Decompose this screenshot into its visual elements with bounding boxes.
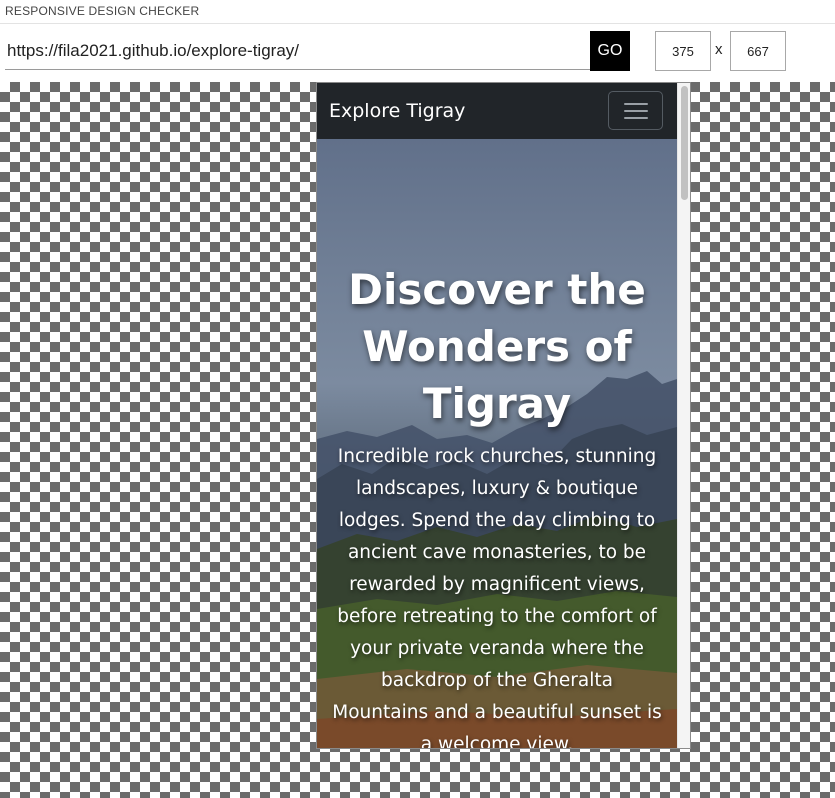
hero-description: Incredible rock churches, stunning lands…: [332, 446, 662, 749]
hamburger-icon: [624, 103, 648, 105]
dimension-separator: x: [715, 41, 723, 58]
site-navbar: Explore Tigray: [317, 83, 677, 139]
url-input[interactable]: [5, 32, 590, 70]
preview-scrollbar[interactable]: [677, 83, 690, 748]
device-preview-frame[interactable]: Explore Tigray Discover the Wonders of T…: [316, 82, 691, 749]
hamburger-icon: [624, 117, 648, 119]
go-button[interactable]: GO: [590, 31, 630, 71]
title-divider: [0, 23, 835, 24]
navbar-toggler-button[interactable]: [608, 91, 663, 130]
hero-title: Discover the Wonders of Tigray: [348, 265, 646, 428]
height-input[interactable]: [730, 31, 786, 71]
hero-section: Discover the Wonders of Tigray Incredibl…: [317, 139, 677, 749]
hamburger-icon: [624, 110, 648, 112]
width-input[interactable]: [655, 31, 711, 71]
site-brand-link[interactable]: Explore Tigray: [329, 100, 465, 122]
app-title: RESPONSIVE DESIGN CHECKER: [5, 4, 200, 18]
scrollbar-thumb[interactable]: [681, 86, 688, 200]
